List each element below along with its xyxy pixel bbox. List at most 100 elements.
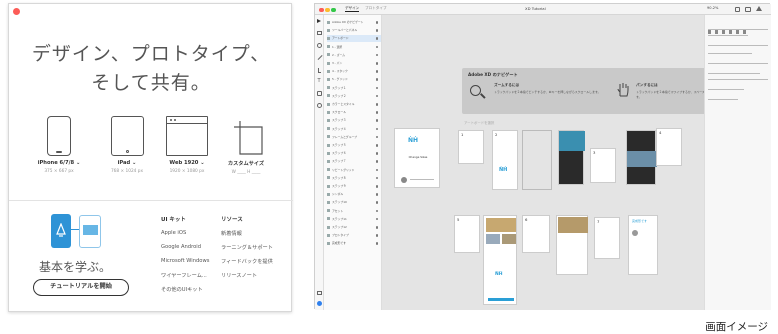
layer-row[interactable]: アートボード [327, 35, 381, 43]
artboard-7[interactable]: 7 [594, 217, 620, 259]
tab-prototype[interactable]: プロトタイプ [365, 6, 387, 11]
layer-row[interactable]: ステップ８ [327, 175, 381, 182]
zoom-tool-icon[interactable] [317, 103, 322, 108]
share-icon[interactable] [745, 6, 751, 12]
lock-icon[interactable] [375, 53, 378, 57]
artboard-placeholder[interactable] [522, 130, 552, 190]
ui-kit-link[interactable]: Apple iOS [161, 230, 186, 236]
lock-icon[interactable] [375, 201, 378, 204]
lock-icon[interactable] [375, 119, 378, 122]
layer-row[interactable]: 4 - スタック [327, 68, 381, 75]
layers-panel-icon[interactable] [317, 301, 322, 306]
artboard-photo[interactable] [558, 130, 585, 185]
lock-icon[interactable] [375, 103, 378, 106]
lock-icon[interactable] [375, 209, 378, 213]
layer-row[interactable]: ステップ11 [327, 216, 381, 223]
layer-row[interactable]: リピートグリッド [327, 167, 381, 174]
artboard-5[interactable]: 5 [454, 215, 480, 253]
artboard-2[interactable]: 2 ṄḢ [492, 130, 518, 190]
lock-icon[interactable] [375, 168, 378, 172]
layer-row[interactable]: スクロール [327, 109, 381, 116]
align-icons[interactable] [708, 19, 768, 34]
line-tool-icon[interactable] [317, 54, 323, 60]
layer-row[interactable]: 3 - パン [327, 60, 381, 67]
lock-icon[interactable] [375, 94, 378, 98]
resource-link[interactable]: 新着情報 [221, 230, 242, 237]
ellipse-tool-icon[interactable] [317, 43, 322, 48]
layer-row[interactable]: ステップ７ [327, 158, 381, 165]
play-preview-icon[interactable] [756, 6, 762, 11]
layer-row[interactable]: ステップ10 [327, 199, 381, 206]
preset-custom[interactable]: カスタムサイズ W ____ H ____ [215, 116, 277, 175]
layer-row[interactable]: 完成形です [327, 240, 381, 247]
lock-icon[interactable] [375, 176, 378, 180]
layer-row[interactable]: ステップ２ [327, 93, 381, 100]
lock-icon[interactable] [375, 152, 378, 155]
layer-row[interactable]: アセット [327, 208, 381, 215]
layer-row[interactable]: ステップ６ [327, 150, 381, 157]
layer-row[interactable]: ステップ４ [327, 126, 381, 133]
lock-icon[interactable] [375, 78, 378, 81]
lock-icon[interactable] [375, 62, 378, 65]
tab-design[interactable]: デザイン [345, 6, 360, 12]
text-tool-icon[interactable]: T [318, 79, 321, 84]
lock-icon[interactable] [375, 70, 378, 73]
layer-row[interactable]: ステップ５ [327, 142, 381, 149]
lock-icon[interactable] [375, 86, 378, 90]
lock-icon[interactable] [375, 127, 378, 131]
canvas[interactable]: Adobe XD のナビゲート ズームするには トラックパッドを２本指でピンチす… [382, 15, 754, 310]
layer-row[interactable]: ステップ３ [327, 117, 381, 124]
resource-link[interactable]: フィードバックを提供 [221, 258, 273, 265]
lock-icon[interactable] [375, 45, 378, 49]
ui-kit-link[interactable]: ワイヤーフレーム... [161, 272, 207, 279]
lock-icon[interactable] [375, 135, 378, 139]
rectangle-tool-icon[interactable] [317, 31, 322, 35]
start-tutorial-button[interactable]: チュートリアルを開始 [33, 279, 129, 296]
artboard-8[interactable]: 完成形です [628, 215, 658, 275]
lock-icon[interactable] [375, 144, 378, 147]
layer-row[interactable]: ツールバーとパネル [327, 27, 381, 34]
resource-link[interactable]: ラーニング＆サポート [221, 244, 273, 251]
close-window-dot[interactable] [13, 8, 20, 15]
lock-icon[interactable] [375, 37, 378, 40]
lock-icon[interactable] [375, 21, 378, 24]
layer-row[interactable]: フレームとグループ [327, 134, 381, 141]
artboard-3[interactable]: 3 [590, 148, 616, 183]
lock-icon[interactable] [375, 242, 378, 245]
artboard-repeat-grid[interactable]: ṄḢ [483, 215, 517, 305]
preset-ipad[interactable]: iPad ⌄ 768 × 1024 px [99, 116, 155, 174]
layer-row[interactable]: カラーとスタイル [327, 101, 381, 108]
zoom-dot[interactable] [331, 7, 336, 12]
lock-icon[interactable] [375, 193, 378, 196]
ui-kit-link[interactable]: Microsoft Windows [161, 258, 209, 264]
lock-icon[interactable] [375, 29, 378, 32]
artboard-6[interactable]: 6 [522, 215, 550, 253]
artboard-photo-2[interactable] [626, 130, 657, 185]
select-tool-icon[interactable] [317, 19, 321, 23]
layer-row[interactable]: Adobe XD のナビゲート [327, 19, 381, 26]
resource-link[interactable]: リリースノート [221, 272, 257, 279]
layer-row[interactable]: ステップ12 [327, 224, 381, 231]
layer-row[interactable]: プロトタイプ [327, 232, 381, 239]
lock-icon[interactable] [375, 234, 378, 237]
ui-kit-link[interactable]: その他のUIキット [161, 286, 203, 293]
artboard-1[interactable]: 1 [458, 130, 484, 164]
layer-row[interactable]: シンボル [327, 191, 381, 198]
mobile-preview-icon[interactable] [735, 6, 740, 12]
artboard-landscape[interactable] [556, 215, 588, 275]
artboard-main[interactable]: ṄḢ Change Sizes [394, 128, 440, 188]
layer-row[interactable]: 5 - グリッド [327, 76, 381, 83]
lock-icon[interactable] [375, 226, 378, 229]
close-dot[interactable] [319, 7, 324, 12]
lock-icon[interactable] [375, 185, 378, 188]
preset-size[interactable]: W ____ H ____ [215, 170, 277, 175]
layer-row[interactable]: 2 - ズーム [327, 52, 381, 59]
layer-row[interactable]: 1 - 選択 [327, 44, 381, 51]
preset-iphone[interactable]: iPhone 6/7/8 ⌄ 375 × 667 px [31, 116, 87, 174]
minimize-dot[interactable] [325, 7, 330, 12]
ui-kit-link[interactable]: Google Android [161, 244, 201, 250]
lock-icon[interactable] [375, 160, 378, 163]
lock-icon[interactable] [375, 111, 378, 114]
pen-tool-icon[interactable] [318, 68, 321, 73]
assets-panel-icon[interactable] [317, 291, 322, 295]
